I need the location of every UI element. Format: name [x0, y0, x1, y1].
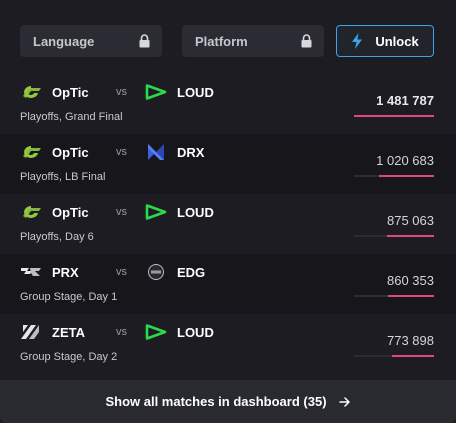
loud-logo-icon [145, 324, 167, 340]
team1: PRX [20, 264, 79, 280]
team2: EDG [145, 264, 205, 280]
match-row[interactable]: PRX vs EDG Group Stage, Day 1 860 353 [0, 254, 456, 314]
show-all-matches-label: Show all matches in dashboard (35) [105, 394, 327, 409]
team2: LOUD [145, 204, 214, 220]
team2: LOUD [145, 84, 214, 100]
peak-viewers: 1 020 683 [376, 153, 434, 168]
top-matches-panel: Language Platform Unlock OpTic vs LOUD P… [0, 0, 456, 423]
peak-viewers: 860 353 [387, 273, 434, 288]
team1-name: OpTic [52, 144, 89, 160]
team1-name: OpTic [52, 84, 89, 100]
team1-name: ZETA [52, 324, 85, 340]
viewers-bar [354, 115, 434, 117]
match-stage: Group Stage, Day 1 [20, 291, 118, 303]
team2-name: LOUD [177, 324, 214, 340]
platform-filter-label: Platform [195, 33, 248, 49]
show-all-matches-button[interactable]: Show all matches in dashboard (35) [0, 380, 456, 423]
unlock-button[interactable]: Unlock [336, 25, 434, 57]
zeta-logo-icon [21, 325, 39, 339]
match-row[interactable]: OpTic vs LOUD Playoffs, Grand Final 1 48… [0, 74, 456, 134]
match-row[interactable]: OpTic vs LOUD Playoffs, Day 6 875 063 [0, 194, 456, 254]
loud-logo-icon [145, 204, 167, 220]
edg-logo-icon [148, 264, 164, 280]
team2-name: EDG [177, 264, 206, 280]
match-list: OpTic vs LOUD Playoffs, Grand Final 1 48… [0, 74, 456, 374]
match-row[interactable]: OpTic vs DRX Playoffs, LB Final 1 020 68… [0, 134, 456, 194]
optic-logo-icon [23, 206, 41, 218]
prx-logo-icon [21, 268, 41, 276]
peak-viewers: 875 063 [387, 213, 434, 228]
viewers-bar [354, 295, 434, 297]
lightning-bolt-icon [352, 33, 363, 49]
match-row[interactable]: ZETA vs LOUD Group Stage, Day 2 773 898 [0, 314, 456, 374]
team1: OpTic [20, 204, 89, 220]
optic-logo-icon [23, 146, 41, 158]
vs-label: vs [116, 266, 127, 278]
vs-label: vs [116, 86, 127, 98]
viewers-bar-fill [378, 175, 434, 177]
viewers-bar-fill [392, 355, 434, 357]
match-stage: Playoffs, LB Final [20, 171, 106, 183]
team2-name: DRX [177, 144, 205, 160]
lock-icon [139, 34, 150, 48]
lock-icon [301, 34, 312, 48]
match-stage: Playoffs, Day 6 [20, 231, 94, 243]
arrow-right-icon [338, 396, 350, 407]
viewers-bar-fill [386, 235, 434, 237]
language-filter[interactable]: Language [20, 25, 162, 57]
match-stage: Playoffs, Grand Final [20, 111, 123, 123]
viewers-bar [354, 175, 434, 177]
team2-name: LOUD [177, 204, 214, 220]
team1: ZETA [20, 324, 85, 340]
unlock-button-label: Unlock [375, 33, 419, 49]
filter-bar: Language Platform Unlock [20, 25, 434, 57]
team1: OpTic [20, 84, 89, 100]
viewers-bar-fill [354, 115, 434, 117]
vs-label: vs [116, 146, 127, 158]
viewers-bar-fill [387, 295, 434, 297]
team1-name: OpTic [52, 204, 89, 220]
viewers-bar [354, 355, 434, 357]
platform-filter[interactable]: Platform [182, 25, 324, 57]
language-filter-label: Language [33, 33, 95, 49]
team1-name: PRX [52, 264, 79, 280]
team2: LOUD [145, 324, 214, 340]
peak-viewers: 1 481 787 [376, 93, 434, 108]
vs-label: vs [116, 206, 127, 218]
drx-logo-icon [148, 144, 164, 160]
match-stage: Group Stage, Day 2 [20, 351, 118, 363]
viewers-bar [354, 235, 434, 237]
peak-viewers: 773 898 [387, 333, 434, 348]
loud-logo-icon [145, 84, 167, 100]
optic-logo-icon [23, 86, 41, 98]
team2: DRX [145, 144, 204, 160]
team2-name: LOUD [177, 84, 214, 100]
vs-label: vs [116, 326, 127, 338]
team1: OpTic [20, 144, 89, 160]
